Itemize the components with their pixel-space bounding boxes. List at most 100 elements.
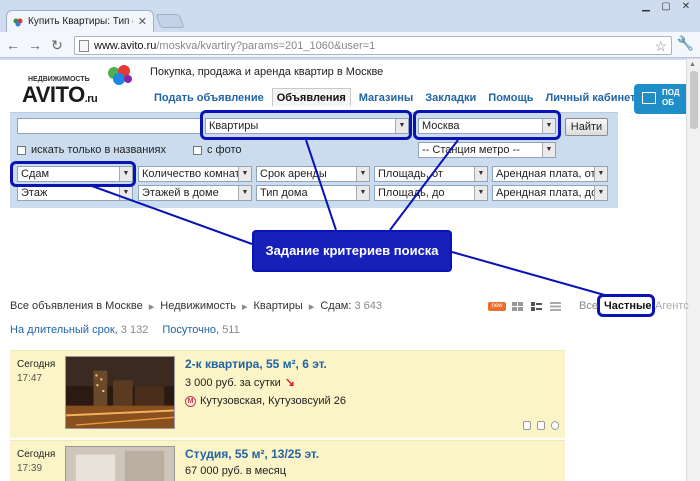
menu-account[interactable]: Личный кабинет (542, 89, 640, 106)
house-type-select[interactable]: Тип дома ▼ (256, 185, 370, 201)
main-menu: Подать объявление Объявления Магазины За… (150, 88, 643, 106)
filter-private[interactable]: Частные (604, 300, 652, 312)
listing-date: Сегодня (17, 449, 56, 460)
close-tab-icon[interactable]: ✕ (138, 15, 147, 28)
metro-select[interactable]: -- Станция метро -- ▼ (418, 142, 556, 158)
gallery-view-icon[interactable] (512, 302, 523, 311)
filter-all[interactable]: Все (579, 300, 598, 312)
chevron-down-icon: ▼ (594, 167, 607, 181)
only-titles-checkbox[interactable]: искать только в названиях (17, 144, 166, 156)
tab-title: Купить Квартиры: Тип объ (28, 16, 133, 27)
menu-shops[interactable]: Магазины (355, 89, 418, 106)
bookmark-icon[interactable] (551, 421, 559, 430)
menu-post-ad[interactable]: Подать объявление (150, 89, 268, 106)
listing-title[interactable]: 2-к квартира, 55 м², 6 эт. (185, 357, 327, 371)
search-input[interactable] (17, 118, 203, 134)
scroll-thumb[interactable] (690, 71, 698, 129)
browser-chrome: Купить Квартиры: Тип объ ✕ ▁ ▢ ✕ ← → ↻ w… (0, 0, 700, 60)
list-view-icon[interactable] (531, 302, 542, 311)
menu-bookmarks[interactable]: Закладки (421, 89, 480, 106)
monitor-icon (642, 92, 656, 104)
chevron-down-icon: ▼ (542, 143, 555, 157)
reload-icon[interactable]: ↻ (48, 36, 66, 54)
chevron-down-icon: ▼ (594, 186, 607, 200)
checkbox-box (193, 145, 202, 155)
close-window-icon[interactable]: ✕ (678, 1, 694, 13)
rent-to-select[interactable]: Арендная плата, до ▼ (492, 185, 608, 201)
bookmark-star-icon[interactable]: ☆ (654, 38, 667, 55)
floor-select[interactable]: Этаж ▼ (17, 185, 133, 201)
avito-logo[interactable]: НЕДВИЖИМОСТЬ AVITO.ru (22, 64, 132, 107)
site-tagline: Покупка, продажа и аренда квартир в Моск… (150, 66, 384, 78)
note-icon[interactable] (537, 421, 545, 430)
listing-date: Сегодня (17, 359, 56, 370)
listing-title[interactable]: Студия, 55 м², 13/25 эт. (185, 447, 319, 461)
favicon-icon (13, 18, 23, 26)
breadcrumb: Все объявления в Москве ▸ Недвижимость ▸… (10, 300, 382, 313)
edit-icon[interactable] (523, 421, 531, 430)
table-view-icon[interactable] (550, 302, 561, 311)
menu-ads[interactable]: Объявления (271, 88, 351, 106)
listing-time: 17:47 (17, 373, 43, 384)
crumb-rent[interactable]: Сдам: 3 643 (320, 300, 382, 313)
new-tab-button[interactable] (155, 14, 185, 28)
wrench-icon[interactable]: 🔧 (677, 35, 694, 52)
find-button[interactable]: Найти (565, 118, 608, 136)
rent-from-select[interactable]: Арендная плата, от ▼ (492, 166, 608, 182)
new-badge[interactable]: new (488, 302, 506, 311)
promo-banner-text: ПОД ОБ (662, 88, 680, 107)
listing-price: 3 000 руб. за сутки ↘ (185, 375, 295, 389)
chevron-down-icon: ▼ (119, 186, 132, 200)
minimize-icon[interactable]: ▁ (638, 1, 654, 13)
annotation-label: Задание критериев поиска (252, 230, 452, 272)
annotation-frame-deal-type (10, 161, 136, 187)
back-icon[interactable]: ← (4, 36, 22, 54)
maximize-icon[interactable]: ▢ (658, 1, 674, 13)
annotation-frame-category (200, 110, 412, 140)
subfilter-daily[interactable]: Посуточно, 511 (162, 324, 239, 336)
url-domain: www.avito.ru (94, 39, 157, 52)
crumb-all[interactable]: Все объявления в Москве (10, 300, 143, 313)
subfilter-long-term[interactable]: На длительный срок, 3 132 (10, 324, 148, 336)
chevron-down-icon: ▼ (474, 186, 487, 200)
listing-photo[interactable] (65, 446, 175, 481)
with-photo-checkbox[interactable]: с фото (193, 144, 242, 156)
forward-icon[interactable]: → (26, 36, 44, 54)
rent-term-filters: На длительный срок, 3 132 Посуточно, 511 (10, 324, 240, 336)
crumb-separator-icon: ▸ (308, 301, 315, 313)
browser-tab[interactable]: Купить Квартиры: Тип объ ✕ (6, 10, 154, 32)
address-bar[interactable]: www.avito.ru/moskva/kvartiry?params=201_… (74, 36, 672, 55)
chevron-down-icon: ▼ (356, 186, 369, 200)
menu-help[interactable]: Помощь (484, 89, 537, 106)
listing-metro: M Кутузовская, Кутузовсуий 26 (185, 395, 346, 407)
area-to-select[interactable]: Площадь, до ▼ (374, 185, 488, 201)
list-item[interactable]: Сегодня 17:47 2-к квартира, 55 м², 6 эт.… (10, 350, 565, 438)
chevron-down-icon: ▼ (356, 167, 369, 181)
listing-price: 67 000 руб. в месяц (185, 465, 287, 477)
crumb-flats[interactable]: Квартиры (253, 300, 302, 313)
listing-tools (523, 421, 559, 430)
chevron-down-icon: ▼ (474, 167, 487, 181)
crumb-separator-icon: ▸ (241, 301, 248, 313)
chevron-down-icon: ▼ (238, 167, 251, 181)
page-icon (79, 39, 89, 52)
price-down-arrow-icon: ↘ (284, 375, 295, 389)
floors-total-select[interactable]: Этажей в доме ▼ (138, 185, 252, 201)
crumb-realty[interactable]: Недвижимость (160, 300, 236, 313)
promo-banner[interactable]: ПОД ОБ (634, 84, 686, 114)
filter-agency[interactable]: Агентс (655, 300, 689, 312)
area-from-select[interactable]: Площадь, от ▼ (374, 166, 488, 182)
url-path: /moskva/kvartiry?params=201_1060&user=1 (156, 39, 376, 52)
listing-photo[interactable] (65, 356, 175, 429)
crumb-separator-icon: ▸ (148, 301, 155, 313)
rooms-select[interactable]: Количество комнат ▼ (138, 166, 252, 182)
listing-time: 17:39 (17, 463, 43, 474)
scrollbar[interactable]: ▲ (686, 59, 700, 481)
balloons-icon (108, 65, 132, 85)
metro-icon: M (185, 395, 196, 407)
rent-term-select[interactable]: Срок аренды ▼ (256, 166, 370, 182)
scroll-up-icon[interactable]: ▲ (689, 61, 696, 68)
annotation-frame-city (413, 110, 561, 140)
chevron-down-icon: ▼ (238, 186, 251, 200)
list-item[interactable]: Сегодня 17:39 Студия, 55 м², 13/25 эт. 6… (10, 440, 565, 481)
